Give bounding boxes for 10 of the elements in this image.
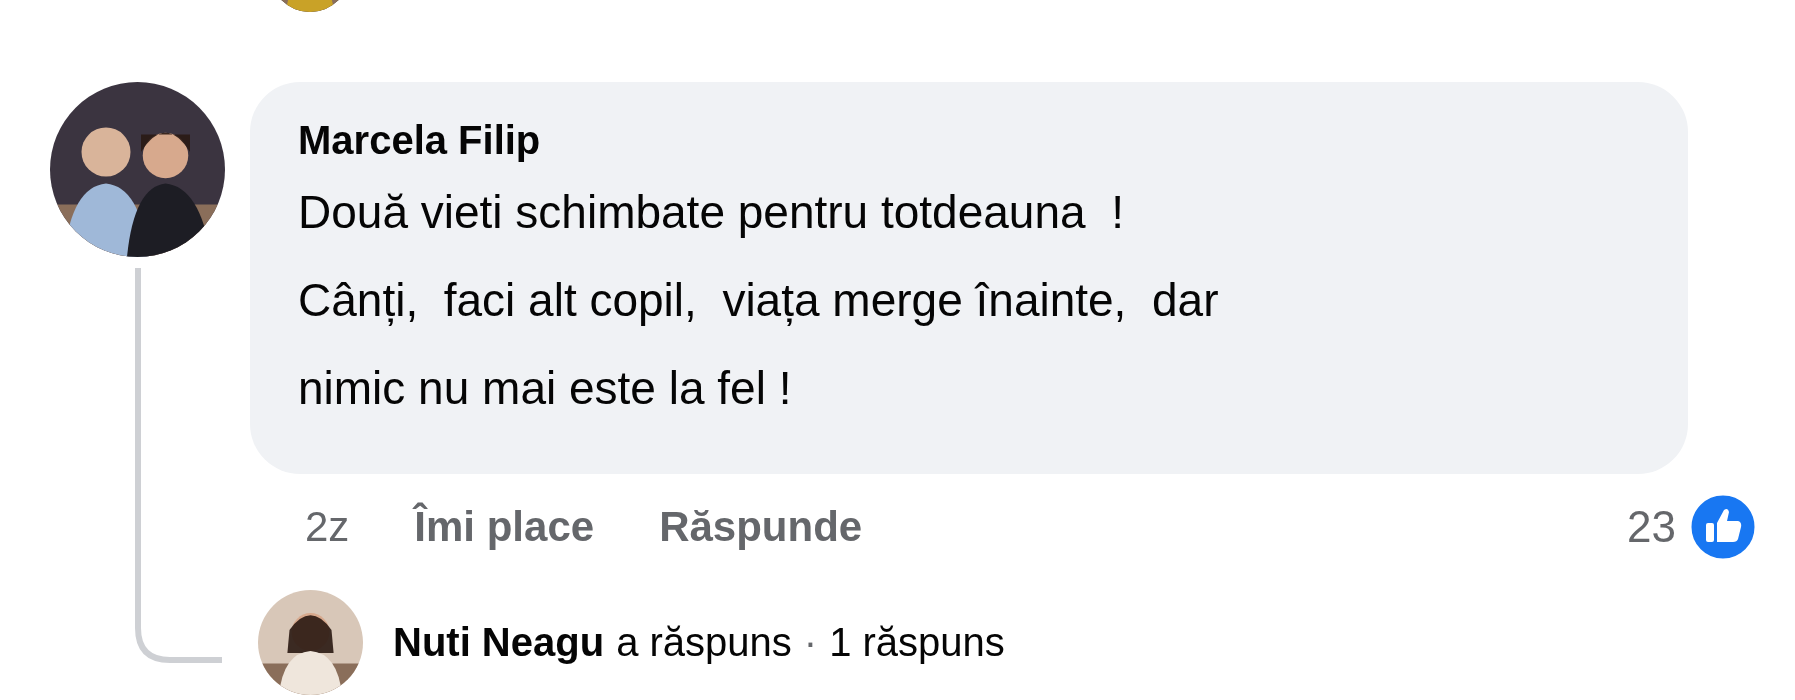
action-link[interactable]: Îmi place — [414, 503, 595, 551]
comment-text: Două vieti schimbate pentru totdeauna ! Cânți, faci alt copil, viața merge înainte, dar nimic nu mai este la fel ! — [298, 185, 1220, 416]
action-link[interactable]: Răspunde — [659, 503, 863, 551]
reaction-count[interactable]: 23 — [1627, 502, 1676, 552]
author-name[interactable]: Marcela Filip — [298, 112, 541, 168]
separator-dot: · — [803, 620, 818, 665]
reply-count[interactable]: 1 răspuns — [829, 620, 1005, 665]
reply-action: a răspuns — [616, 620, 792, 665]
comment-time[interactable]: 2z — [305, 503, 350, 551]
reply-author[interactable]: Nuti Neagu — [393, 620, 605, 665]
